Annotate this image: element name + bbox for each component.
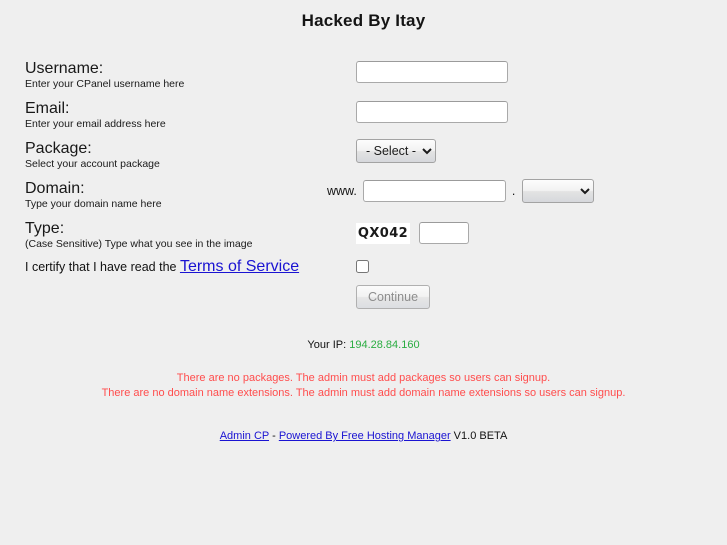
form-row-captcha: Type: (Case Sensitive) Type what you see… xyxy=(0,219,727,257)
ip-label: Your IP: xyxy=(307,339,350,351)
admin-cp-link[interactable]: Admin CP xyxy=(220,430,269,442)
form-row-email: Email: Enter your email address here xyxy=(0,99,727,139)
domain-label: Domain: xyxy=(25,180,85,197)
form-row-submit: Continue xyxy=(0,285,727,317)
footer-version: V1.0 BETA xyxy=(450,430,508,442)
package-label: Package: xyxy=(25,140,92,157)
domain-dot-separator: . xyxy=(511,184,516,198)
username-input[interactable] xyxy=(356,61,508,83)
form-row-domain: Domain: Type your domain name here www. … xyxy=(0,179,727,219)
powered-by-link[interactable]: Powered By Free Hosting Manager xyxy=(279,430,451,442)
email-label: Email: xyxy=(25,100,70,117)
continue-button[interactable]: Continue xyxy=(356,285,431,309)
signup-form: Username: Enter your CPanel username her… xyxy=(0,59,727,317)
domain-hint: Type your domain name here xyxy=(25,198,162,210)
domain-extension-select[interactable] xyxy=(522,179,595,203)
package-select[interactable]: - Select - xyxy=(356,139,436,163)
page-title: Hacked By Itay xyxy=(301,11,426,30)
type-hint: (Case Sensitive) Type what you see in th… xyxy=(25,238,253,250)
type-label: Type: xyxy=(25,220,65,237)
error-message-extensions: There are no domain name extensions. The… xyxy=(101,387,626,399)
certify-label: I certify that I have read the xyxy=(25,260,180,274)
form-row-package: Package: Select your account package - S… xyxy=(0,139,727,179)
error-messages: There are no packages. The admin must ad… xyxy=(0,371,727,401)
ip-value: 194.28.84.160 xyxy=(349,339,420,351)
email-hint: Enter your email address here xyxy=(25,118,166,130)
package-hint: Select your account package xyxy=(25,158,160,170)
certify-checkbox[interactable] xyxy=(356,260,369,273)
captcha-image: QX042 xyxy=(356,222,410,244)
username-hint: Enter your CPanel username here xyxy=(25,78,185,90)
footer-separator: - xyxy=(269,430,279,442)
username-label: Username: xyxy=(25,60,104,77)
domain-input[interactable] xyxy=(362,180,506,202)
form-row-username: Username: Enter your CPanel username her… xyxy=(0,59,727,99)
captcha-input[interactable] xyxy=(419,222,469,244)
domain-www-prefix: www. xyxy=(327,184,357,198)
form-row-certify: I certify that I have read the Terms of … xyxy=(0,257,727,285)
email-input[interactable] xyxy=(356,101,508,123)
ip-status: Your IP: 194.28.84.160 xyxy=(0,339,727,351)
footer: Admin CP - Powered By Free Hosting Manag… xyxy=(0,430,727,442)
error-message-packages: There are no packages. The admin must ad… xyxy=(176,372,551,384)
terms-of-service-link[interactable]: Terms of Service xyxy=(180,258,299,275)
